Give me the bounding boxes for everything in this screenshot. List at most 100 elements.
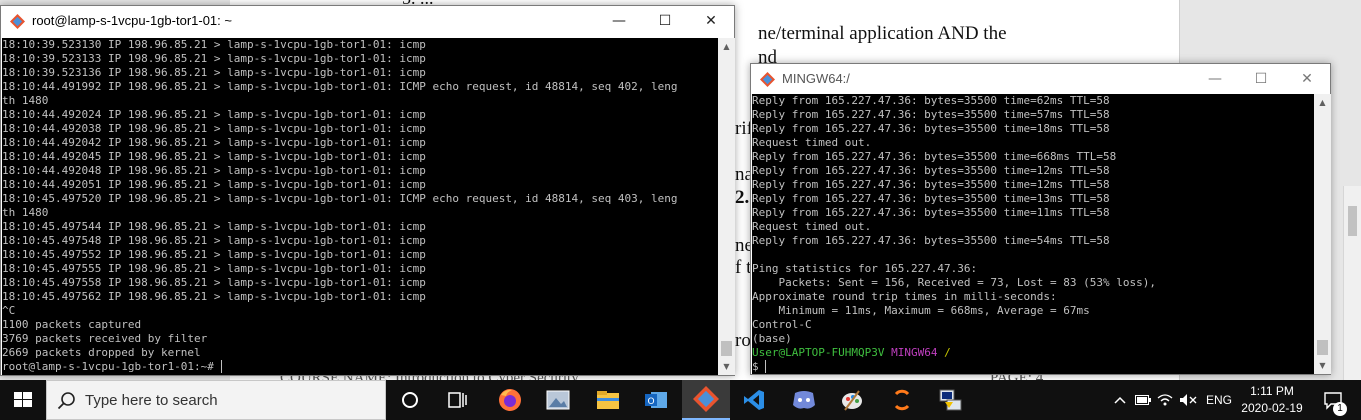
- ssh-line: 18:10:44.492038 IP 198.96.85.21 > lamp-s…: [2, 122, 426, 135]
- ssh-terminal-titlebar[interactable]: root@lamp-s-1vcpu-1gb-tor1-01: ~ — ☐ ✕: [1, 6, 734, 36]
- ssh-line: 18:10:44.492042 IP 198.96.85.21 > lamp-s…: [2, 136, 426, 149]
- taskbar-search-box[interactable]: Type here to search: [46, 380, 386, 420]
- mingw-line: Reply from 165.227.47.36: bytes=35500 ti…: [752, 192, 1110, 205]
- putty-icon: [939, 389, 962, 411]
- mingw-line: Ping statistics for 165.227.47.36:: [752, 262, 978, 275]
- ssh-line: th 1480: [2, 206, 49, 219]
- git-bash-icon: [760, 72, 775, 87]
- scroll-down-icon[interactable]: ▼: [718, 358, 735, 375]
- taskbar-clock[interactable]: 1:11 PM 2020-02-19: [1237, 383, 1307, 417]
- discord-button[interactable]: [780, 380, 828, 420]
- maximize-button[interactable]: ☐: [642, 6, 688, 36]
- outlook-icon: O: [645, 392, 667, 408]
- show-hidden-icons-button[interactable]: [1108, 380, 1132, 420]
- ssh-terminal-lines: 18:10:39.523130 IP 198.96.85.21 > lamp-s…: [2, 38, 718, 360]
- ssh-line: 18:10:39.523130 IP 198.96.85.21 > lamp-s…: [2, 38, 426, 51]
- doc-fragment-ft: f t: [735, 257, 752, 278]
- mingw64-scrollbar[interactable]: ▲ ▼: [1314, 94, 1331, 374]
- text-cursor: [220, 360, 229, 373]
- git-bash-taskbar-button[interactable]: [682, 380, 730, 420]
- ssh-line: 3769 packets received by filter: [2, 332, 208, 345]
- firefox-button[interactable]: [486, 380, 534, 420]
- search-icon: [57, 392, 75, 410]
- task-view-button[interactable]: [434, 380, 482, 420]
- putty-button[interactable]: [926, 380, 974, 420]
- ssh-terminal-prompt[interactable]: root@lamp-s-1vcpu-1gb-tor1-01:~#: [2, 360, 718, 374]
- firefox-icon: [499, 389, 521, 411]
- notification-count-badge: 1: [1333, 402, 1347, 416]
- mingw-line: Request timed out.: [752, 220, 872, 233]
- cortana-icon: [402, 392, 418, 408]
- start-button[interactable]: [0, 380, 46, 420]
- discord-icon: [793, 391, 815, 409]
- photos-button[interactable]: [534, 380, 582, 420]
- ssh-line: 18:10:39.523133 IP 198.96.85.21 > lamp-s…: [2, 52, 426, 65]
- mingw-line: [752, 248, 1314, 262]
- cortana-button[interactable]: [386, 380, 434, 420]
- ssh-line: 18:10:44.492048 IP 198.96.85.21 > lamp-s…: [2, 164, 426, 177]
- ssh-line: 18:10:44.492051 IP 198.96.85.21 > lamp-s…: [2, 178, 426, 191]
- close-button[interactable]: ✕: [688, 6, 734, 36]
- ssh-terminal-window[interactable]: root@lamp-s-1vcpu-1gb-tor1-01: ~ — ☐ ✕ 1…: [0, 5, 735, 376]
- minimize-button[interactable]: —: [596, 6, 642, 36]
- clock-time: 1:11 PM: [1250, 384, 1294, 398]
- doc-line-1: ne/terminal application AND the: [758, 23, 1007, 44]
- wifi-icon: [1157, 394, 1173, 406]
- ssh-terminal-scrollbar[interactable]: ▲ ▼: [718, 38, 735, 375]
- close-button[interactable]: ✕: [1284, 64, 1330, 94]
- file-explorer-button[interactable]: [584, 380, 632, 420]
- ssh-line: 1100 packets captured: [2, 318, 142, 331]
- mingw64-terminal-output[interactable]: Reply from 165.227.47.36: bytes=35500 ti…: [752, 94, 1314, 374]
- scroll-up-icon[interactable]: ▲: [718, 38, 735, 55]
- git-icon: [693, 386, 719, 412]
- ssh-line: 18:10:45.497544 IP 198.96.85.21 > lamp-s…: [2, 220, 426, 233]
- taskbar: Type here to search O ENG 1:11 PM 2020-0…: [0, 380, 1361, 420]
- document-scrollbar-thumb[interactable]: [1348, 206, 1357, 236]
- mingw-line: Reply from 165.227.47.36: bytes=35500 ti…: [752, 108, 1110, 121]
- action-center-button[interactable]: 1: [1316, 380, 1350, 420]
- mingw-line: Reply from 165.227.47.36: bytes=35500 ti…: [752, 178, 1110, 191]
- mingw-line: Approximate round trip times in milli-se…: [752, 290, 1057, 303]
- wifi-button[interactable]: [1154, 380, 1176, 420]
- ssh-terminal-title: root@lamp-s-1vcpu-1gb-tor1-01: ~: [32, 13, 232, 28]
- ssh-terminal-output[interactable]: 18:10:39.523130 IP 198.96.85.21 > lamp-s…: [2, 38, 718, 375]
- minimize-button[interactable]: —: [1192, 64, 1238, 94]
- mingw-line: Reply from 165.227.47.36: bytes=35500 ti…: [752, 94, 1110, 107]
- ssh-line: 18:10:44.492024 IP 198.96.85.21 > lamp-s…: [2, 108, 426, 121]
- search-placeholder: Type here to search: [85, 392, 218, 409]
- spinner-app-button[interactable]: [878, 380, 926, 420]
- mingw64-input-line[interactable]: $: [752, 360, 1314, 374]
- battery-button[interactable]: [1132, 380, 1154, 420]
- volume-button[interactable]: [1176, 380, 1200, 420]
- ssh-line: 18:10:45.497548 IP 198.96.85.21 > lamp-s…: [2, 234, 426, 247]
- maximize-button[interactable]: ☐: [1238, 64, 1284, 94]
- mingw64-window[interactable]: MINGW64:/ — ☐ ✕ Reply from 165.227.47.36…: [750, 63, 1331, 375]
- mingw-line: Control-C: [752, 318, 812, 331]
- mingw64-titlebar[interactable]: MINGW64:/ — ☐ ✕: [751, 64, 1330, 94]
- doc-fragment-2: 2.: [735, 187, 750, 208]
- prompt-symbol: $: [752, 360, 759, 373]
- vscode-icon: [744, 390, 764, 410]
- ssh-terminal-scroll-thumb[interactable]: [721, 341, 732, 356]
- language-indicator[interactable]: ENG: [1202, 380, 1236, 420]
- ssh-line: 18:10:45.497562 IP 198.96.85.21 > lamp-s…: [2, 290, 426, 303]
- scroll-up-icon[interactable]: ▲: [1314, 94, 1331, 111]
- document-scrollbar[interactable]: [1343, 186, 1361, 380]
- paint-button[interactable]: [828, 380, 876, 420]
- ssh-prompt-text: root@lamp-s-1vcpu-1gb-tor1-01:~#: [2, 360, 221, 373]
- mingw-line: Reply from 165.227.47.36: bytes=35500 ti…: [752, 206, 1110, 219]
- ssh-line: th 1480: [2, 94, 49, 107]
- mingw-line: Reply from 165.227.47.36: bytes=35500 ti…: [752, 122, 1110, 135]
- mingw64-scroll-thumb[interactable]: [1317, 340, 1328, 355]
- vscode-button[interactable]: [730, 380, 778, 420]
- prompt-user: User@LAPTOP-FUHMQP3V: [752, 346, 885, 359]
- scroll-down-icon[interactable]: ▼: [1314, 357, 1331, 374]
- mingw64-prompt-line: User@LAPTOP-FUHMQP3V MINGW64 /: [752, 346, 1314, 360]
- outlook-button[interactable]: O: [632, 380, 680, 420]
- ssh-line: 2669 packets dropped by kernel: [2, 346, 201, 359]
- mingw-line: Reply from 165.227.47.36: bytes=35500 ti…: [752, 234, 1110, 247]
- ssh-line: 18:10:45.497552 IP 198.96.85.21 > lamp-s…: [2, 248, 426, 261]
- chevron-up-icon: [1114, 396, 1126, 404]
- doc-fragment-ro: ro: [735, 330, 751, 351]
- text-cursor: [765, 360, 773, 373]
